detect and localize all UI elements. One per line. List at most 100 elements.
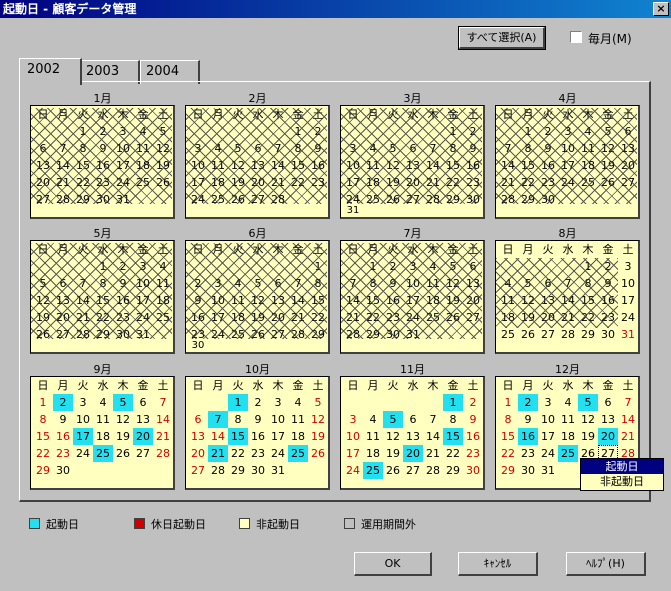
day-cell[interactable]: 26 <box>308 445 328 462</box>
day-cell[interactable]: 30 <box>113 326 133 343</box>
month-grid[interactable]: 日月火水木金土 1 2 3 4 5 6 7 8 9 10 11 12 13 14 15 16 17 18 19 20 21… <box>185 376 330 490</box>
day-cell[interactable]: 26 <box>153 174 173 191</box>
day-cell[interactable]: 12 <box>228 157 248 174</box>
day-cell[interactable]: 23 <box>248 445 268 462</box>
day-cell[interactable]: 27 <box>33 191 53 208</box>
day-cell[interactable]: 13 <box>538 292 558 309</box>
day-cell[interactable]: 29 <box>443 191 463 208</box>
day-cell[interactable]: 15 <box>443 428 463 445</box>
day-cell[interactable]: 29 <box>228 462 248 479</box>
day-cell[interactable]: 24 <box>208 326 228 343</box>
day-cell[interactable]: 22 <box>443 445 463 462</box>
day-cell[interactable]: 21 <box>208 445 228 462</box>
day-cell[interactable]: 17 <box>113 157 133 174</box>
day-cell[interactable]: 25 <box>498 326 518 343</box>
day-cell[interactable]: 23 <box>93 174 113 191</box>
day-cell[interactable]: 7 <box>618 394 638 411</box>
day-cell[interactable]: 9 <box>463 140 483 157</box>
day-cell[interactable]: 4 <box>498 275 518 292</box>
day-cell[interactable]: 6 <box>53 275 73 292</box>
day-cell[interactable]: 30 <box>93 191 113 208</box>
day-cell[interactable]: 9 <box>188 292 208 309</box>
day-cell[interactable]: 22 <box>498 445 518 462</box>
day-cell[interactable]: 14 <box>73 292 93 309</box>
day-cell[interactable]: 15 <box>498 428 518 445</box>
day-cell[interactable]: 1 <box>498 394 518 411</box>
day-cell[interactable]: 5 <box>228 140 248 157</box>
day-cell[interactable]: 17 <box>73 428 93 445</box>
day-cell[interactable]: 25 <box>363 462 383 479</box>
day-cell[interactable]: 31 <box>113 191 133 208</box>
day-cell[interactable]: 16 <box>53 428 73 445</box>
day-cell[interactable]: 12 <box>113 411 133 428</box>
day-cell[interactable]: 13 <box>403 428 423 445</box>
day-cell[interactable]: 19 <box>33 309 53 326</box>
day-cell[interactable]: 10 <box>133 275 153 292</box>
day-cell[interactable]: 21 <box>343 309 363 326</box>
day-cell[interactable]: 2 <box>93 123 113 140</box>
day-cell[interactable]: 21 <box>618 428 638 445</box>
day-cell[interactable]: 5 <box>443 258 463 275</box>
day-cell[interactable]: 10 <box>403 275 423 292</box>
day-cell[interactable]: 11 <box>363 428 383 445</box>
day-cell[interactable]: 5 <box>383 140 403 157</box>
day-cell[interactable]: 21 <box>153 428 173 445</box>
day-cell[interactable]: 18 <box>363 174 383 191</box>
day-cell[interactable]: 15 <box>288 157 308 174</box>
day-cell[interactable]: 17 <box>188 174 208 191</box>
day-cell[interactable]: 21 <box>53 174 73 191</box>
day-cell[interactable]: 3 <box>188 140 208 157</box>
day-cell[interactable]: 11 <box>228 292 248 309</box>
day-cell[interactable]: 18 <box>93 428 113 445</box>
day-cell[interactable]: 9 <box>248 411 268 428</box>
day-cell[interactable]: 7 <box>208 411 228 428</box>
day-cell[interactable]: 5 <box>113 394 133 411</box>
day-cell[interactable]: 18 <box>133 157 153 174</box>
month-grid[interactable]: 日月火水木金土 1 2 3 4 5 6 7 8 9 10 11 12 13 14 15 16 17 18 19 20 21… <box>495 240 640 354</box>
day-cell[interactable]: 26 <box>33 326 53 343</box>
day-cell[interactable]: 8 <box>443 140 463 157</box>
day-cell[interactable]: 16 <box>248 428 268 445</box>
day-cell[interactable]: 15 <box>443 157 463 174</box>
day-cell[interactable]: 27 <box>133 445 153 462</box>
day-cell[interactable]: 5 <box>248 275 268 292</box>
day-cell[interactable]: 16 <box>463 157 483 174</box>
day-cell[interactable]: 26 <box>443 309 463 326</box>
context-menu[interactable]: 起動日 非起動日 <box>580 458 664 491</box>
day-cell[interactable]: 26 <box>383 462 403 479</box>
day-cell[interactable]: 19 <box>153 157 173 174</box>
day-cell[interactable]: 17 <box>268 428 288 445</box>
day-cell[interactable]: 15 <box>73 157 93 174</box>
day-cell[interactable]: 30 <box>463 191 483 208</box>
day-cell[interactable]: 7 <box>153 394 173 411</box>
day-cell[interactable]: 13 <box>268 292 288 309</box>
day-cell[interactable]: 16 <box>538 157 558 174</box>
day-cell[interactable]: 24 <box>113 174 133 191</box>
day-cell[interactable]: 20 <box>598 428 618 445</box>
day-cell[interactable]: 23 <box>538 174 558 191</box>
day-cell[interactable]: 18 <box>578 157 598 174</box>
day-cell[interactable]: 2 <box>308 123 328 140</box>
day-cell[interactable]: 22 <box>93 309 113 326</box>
day-cell[interactable]: 23 <box>383 309 403 326</box>
day-cell[interactable]: 6 <box>268 275 288 292</box>
day-cell[interactable]: 12 <box>33 292 53 309</box>
day-cell[interactable]: 3 <box>538 394 558 411</box>
day-cell[interactable]: 3 <box>208 275 228 292</box>
day-cell[interactable]: 17 <box>618 292 638 309</box>
day-cell[interactable]: 3 <box>113 123 133 140</box>
day-cell[interactable]: 20 <box>403 445 423 462</box>
day-cell[interactable]: 27 <box>268 326 288 343</box>
day-cell[interactable]: 29 <box>363 326 383 343</box>
day-cell[interactable]: 24 <box>133 309 153 326</box>
day-cell[interactable]: 14 <box>153 411 173 428</box>
day-cell[interactable]: 28 <box>73 326 93 343</box>
day-cell[interactable]: 10 <box>113 140 133 157</box>
day-cell[interactable]: 2 <box>248 394 268 411</box>
day-cell[interactable]: 29 <box>578 326 598 343</box>
day-cell[interactable]: 22 <box>363 309 383 326</box>
day-cell[interactable]: 28 <box>558 326 578 343</box>
day-cell[interactable]: 15 <box>363 292 383 309</box>
day-cell[interactable]: 15 <box>228 428 248 445</box>
day-cell[interactable]: 20 <box>538 309 558 326</box>
